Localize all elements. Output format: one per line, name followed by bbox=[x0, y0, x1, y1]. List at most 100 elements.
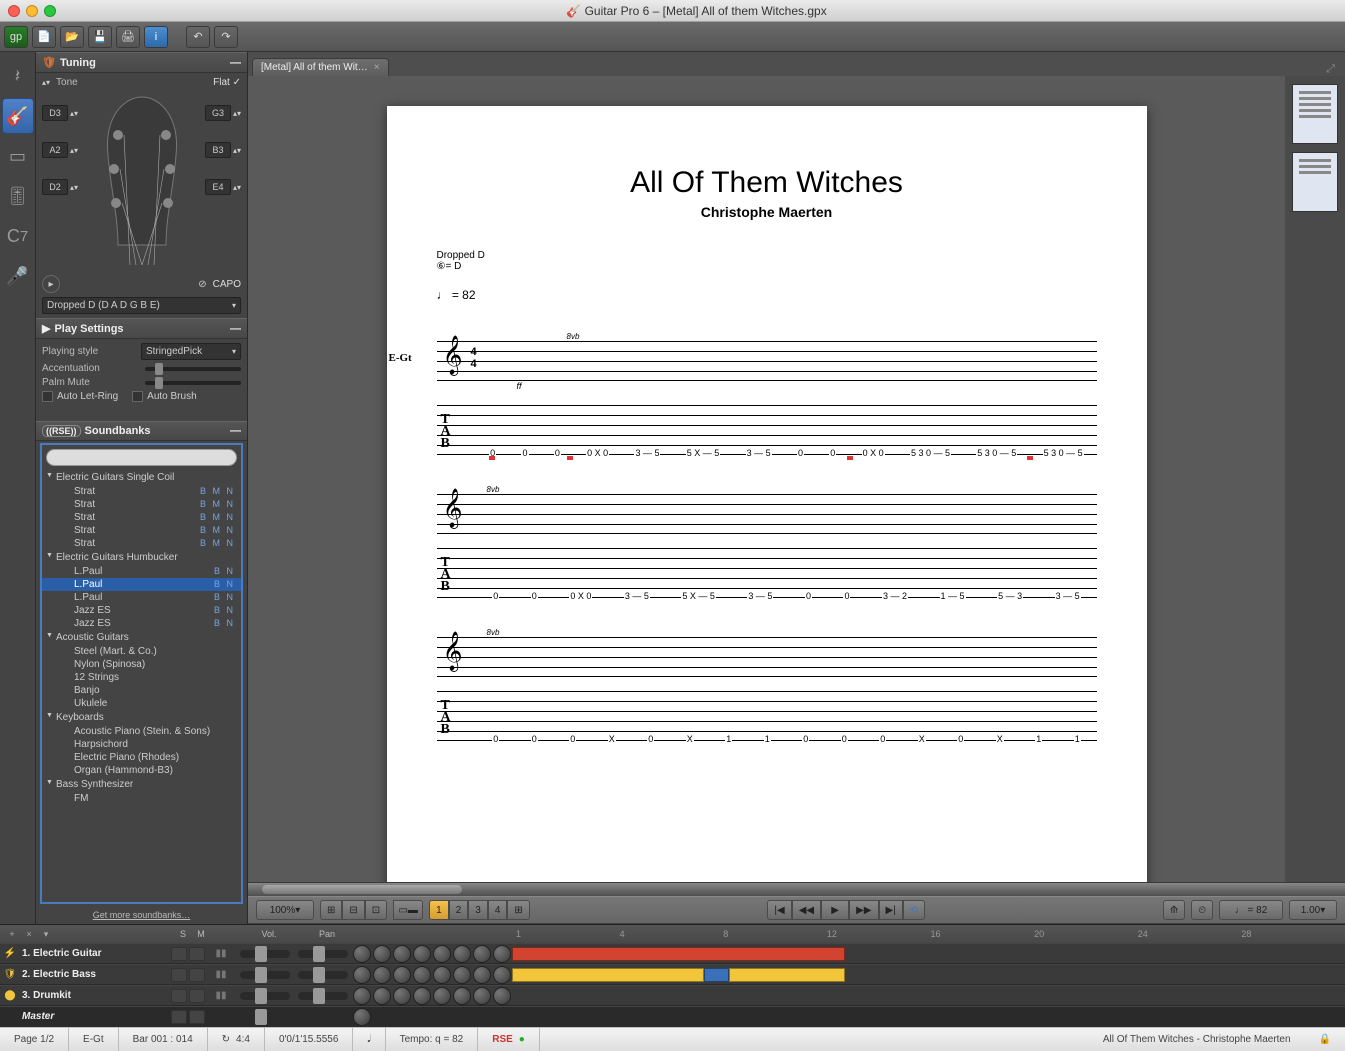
voice-1-button[interactable]: 1 bbox=[429, 900, 449, 920]
fullscreen-icon[interactable]: ⤢ bbox=[1326, 63, 1335, 76]
collapse-icon[interactable]: — bbox=[230, 425, 241, 437]
track-knob[interactable] bbox=[433, 945, 451, 963]
track-knob[interactable] bbox=[373, 945, 391, 963]
zoom-window-button[interactable] bbox=[44, 5, 56, 17]
updown-icon[interactable]: ▴▾ bbox=[233, 183, 241, 192]
view-scroll-button[interactable]: ⊟ bbox=[342, 900, 364, 920]
mute-button[interactable] bbox=[189, 947, 205, 961]
redo-button[interactable]: ↷ bbox=[214, 26, 238, 48]
soundbank-item[interactable]: Electric Piano (Rhodes) bbox=[42, 751, 241, 764]
soundbank-item[interactable]: Ukulele bbox=[42, 697, 241, 710]
track-knob[interactable] bbox=[393, 945, 411, 963]
volume-slider[interactable] bbox=[240, 950, 290, 958]
peg-a2[interactable]: A2 bbox=[42, 142, 68, 158]
add-track-button[interactable]: + bbox=[5, 927, 19, 941]
close-window-button[interactable] bbox=[8, 5, 20, 17]
tempo-field[interactable]: ♩ = 82 bbox=[1219, 900, 1283, 920]
tab-staff[interactable]: TAB 000X0X11000X0X11 bbox=[437, 691, 1097, 741]
track-knob[interactable] bbox=[413, 987, 431, 1005]
track-menu-button[interactable]: ▾ bbox=[39, 927, 53, 941]
track-name[interactable]: 1. Electric Guitar bbox=[20, 948, 170, 959]
master-volume-slider[interactable] bbox=[240, 1013, 290, 1021]
track-knob[interactable] bbox=[353, 987, 371, 1005]
track-timeline[interactable] bbox=[512, 967, 1345, 983]
document-tab[interactable]: [Metal] All of them Wit… × bbox=[252, 58, 389, 76]
effects-tool-icon[interactable]: ▭ bbox=[2, 138, 34, 174]
track-knob[interactable] bbox=[413, 966, 431, 984]
track-knob[interactable] bbox=[453, 987, 471, 1005]
track-knob[interactable] bbox=[473, 945, 491, 963]
info-button[interactable]: i bbox=[144, 26, 168, 48]
speed-field[interactable]: 1.00 ▾ bbox=[1289, 900, 1337, 920]
soundbank-item[interactable]: L.PaulB N bbox=[42, 565, 241, 578]
display-mode-button[interactable]: ▭▬ bbox=[393, 900, 423, 920]
undo-button[interactable]: ↶ bbox=[186, 26, 210, 48]
voice-4-button[interactable]: 4 bbox=[488, 900, 508, 920]
solo-button[interactable] bbox=[171, 968, 187, 982]
track-knob[interactable] bbox=[473, 966, 491, 984]
soundbank-item[interactable]: Harpsichord bbox=[42, 738, 241, 751]
soundbank-category[interactable]: Bass Synthesizer bbox=[42, 777, 241, 792]
playing-style-dropdown[interactable]: StringedPick▾ bbox=[141, 343, 241, 360]
soundbank-item[interactable]: StratB M N bbox=[42, 524, 241, 537]
chord-tool-icon[interactable]: C7 bbox=[2, 218, 34, 254]
soundbank-item[interactable]: StratB M N bbox=[42, 498, 241, 511]
track-timeline[interactable] bbox=[512, 988, 1345, 1004]
go-end-button[interactable]: ▶| bbox=[879, 900, 903, 920]
track-knob[interactable] bbox=[373, 987, 391, 1005]
soundbank-tree[interactable]: Electric Guitars Single CoilStratB M NSt… bbox=[42, 470, 241, 902]
mute-button[interactable] bbox=[189, 968, 205, 982]
open-file-button[interactable]: 📂 bbox=[60, 26, 84, 48]
tuning-preset-dropdown[interactable]: Dropped D (D A D G B E)▾ bbox=[42, 297, 241, 314]
track-knob[interactable] bbox=[493, 966, 511, 984]
soundbank-item[interactable]: Organ (Hammond-B3) bbox=[42, 764, 241, 777]
capo-label[interactable]: CAPO bbox=[213, 279, 241, 290]
soundbank-category[interactable]: Electric Guitars Single Coil bbox=[42, 470, 241, 485]
updown-icon[interactable]: ▴▾ bbox=[70, 146, 78, 155]
soundbank-category[interactable]: Acoustic Guitars bbox=[42, 630, 241, 645]
tuning-panel-header[interactable]: 🛡 Tuning — bbox=[36, 52, 247, 73]
peg-b3[interactable]: B3 bbox=[205, 142, 231, 158]
soundbank-item[interactable]: Jazz ESB N bbox=[42, 604, 241, 617]
get-more-soundbanks-link[interactable]: Get more soundbanks… bbox=[36, 906, 247, 924]
soundbank-item[interactable]: FM bbox=[42, 792, 241, 805]
master-mute-button[interactable] bbox=[189, 1010, 205, 1024]
soundbank-item[interactable]: L.PaulB N bbox=[42, 591, 241, 604]
thumb-page-1[interactable] bbox=[1292, 84, 1338, 144]
soundbank-item[interactable]: Jazz ESB N bbox=[42, 617, 241, 630]
go-start-button[interactable]: |◀ bbox=[767, 900, 791, 920]
peg-d3[interactable]: D3 bbox=[42, 105, 68, 121]
updown-icon[interactable]: ▴▾ bbox=[70, 183, 78, 192]
track-name[interactable]: 2. Electric Bass bbox=[20, 969, 170, 980]
countdown-button[interactable]: ⏲ bbox=[1191, 900, 1213, 920]
close-tab-icon[interactable]: × bbox=[374, 62, 380, 73]
updown-icon[interactable]: ▴▾ bbox=[233, 109, 241, 118]
tab-staff[interactable]: TAB 000 X 03 — 55 X — 53 — 5003 — 21 — 5… bbox=[437, 548, 1097, 598]
loop-button[interactable]: ⟲ bbox=[903, 900, 925, 920]
play-tuning-button[interactable]: ▸ bbox=[42, 275, 60, 293]
track-knob[interactable] bbox=[393, 966, 411, 984]
soundbank-item[interactable]: Nylon (Spinosa) bbox=[42, 658, 241, 671]
new-file-button[interactable]: 📄 bbox=[32, 26, 56, 48]
notation-staff[interactable]: 𝄞 bbox=[437, 637, 1097, 677]
track-knob[interactable] bbox=[493, 945, 511, 963]
fast-forward-button[interactable]: ▶▶ bbox=[849, 900, 878, 920]
soundbank-item[interactable]: Steel (Mart. & Co.) bbox=[42, 645, 241, 658]
track-knob[interactable] bbox=[453, 966, 471, 984]
pan-slider[interactable] bbox=[298, 992, 348, 1000]
soundbank-category[interactable]: Electric Guitars Humbucker bbox=[42, 550, 241, 565]
playsettings-header[interactable]: ▶ Play Settings — bbox=[36, 318, 247, 339]
soundbank-item[interactable]: StratB M N bbox=[42, 511, 241, 524]
peg-d2[interactable]: D2 bbox=[42, 179, 68, 195]
page-thumbnails[interactable] bbox=[1285, 76, 1345, 882]
play-button[interactable]: ▶ bbox=[821, 900, 849, 920]
master-solo-button[interactable] bbox=[171, 1010, 187, 1024]
tab-staff[interactable]: TAB 0000 X 03 — 55 X — 53 — 5000 X 05 3 … bbox=[437, 405, 1097, 455]
edit-tool-icon[interactable]: 𝄽 bbox=[2, 58, 34, 94]
notation-staff[interactable]: E-Gt 𝄞 44 bbox=[437, 341, 1097, 381]
soundbank-item[interactable]: L.PaulB N bbox=[42, 578, 241, 591]
print-button[interactable]: 🖨 bbox=[116, 26, 140, 48]
volume-slider[interactable] bbox=[240, 992, 290, 1000]
instrument-tool-icon[interactable]: 🎸 bbox=[2, 98, 34, 134]
palm-mute-slider[interactable] bbox=[145, 381, 242, 385]
